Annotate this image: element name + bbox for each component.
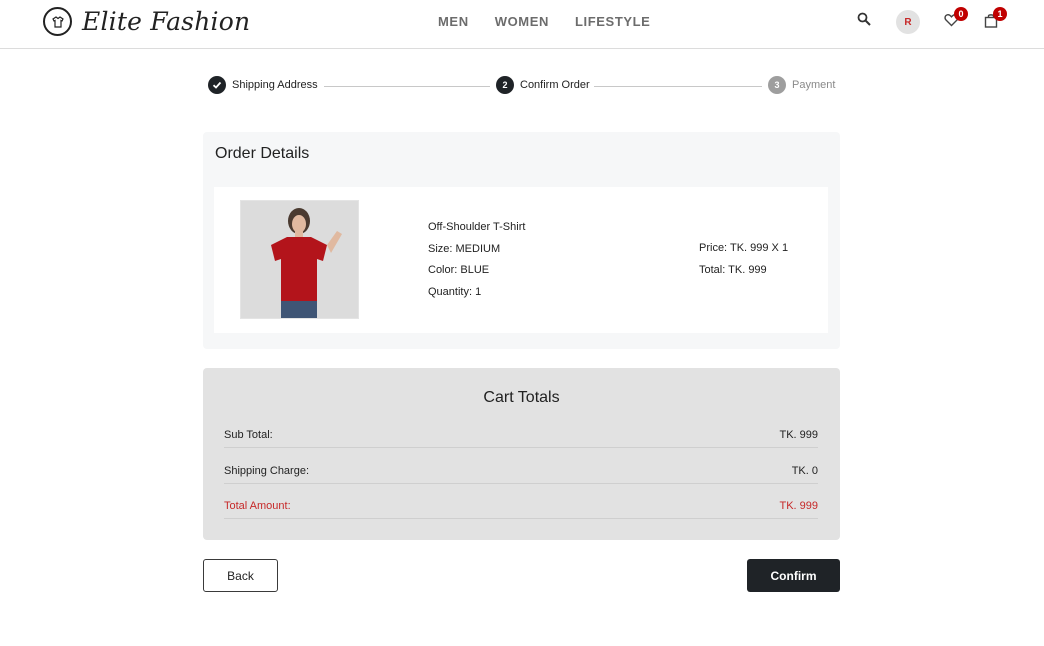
subtotal-label: Sub Total: [224,429,273,441]
step-label: Shipping Address [232,79,318,91]
step-number: 2 [496,76,514,94]
cart-totals-panel: Cart Totals Sub Total: TK. 999 Shipping … [203,368,840,540]
product-size: Size: MEDIUM [428,242,501,255]
shipping-value: TK. 0 [791,465,818,477]
order-details-title: Order Details [215,145,310,162]
order-item-card: Off-Shoulder T-Shirt Size: MEDIUM Color:… [214,187,828,333]
back-button[interactable]: Back [203,559,278,592]
brand-name: Elite Fashion [82,7,251,36]
step-label: Payment [792,79,836,91]
confirm-button[interactable]: Confirm [747,559,840,592]
divider [224,447,818,448]
total-amount-label: Total Amount: [224,500,291,512]
product-pricing: Price: TK. 999 X 1 Total: TK. 999 [699,238,788,281]
total-amount-value: TK. 999 [779,500,818,512]
step-number: 3 [768,76,786,94]
product-quantity: Quantity: 1 [428,285,482,298]
step-payment: 3 Payment [768,76,835,94]
shipping-row: Shipping Charge: TK. 0 [224,465,818,481]
step-confirm-order: 2 Confirm Order [496,76,590,94]
stepper-line-1 [324,86,490,87]
search-icon[interactable] [856,11,872,27]
main-nav: MEN WOMEN LIFESTYLE [438,14,676,29]
product-image [240,200,359,319]
product-price: Price: TK. 999 X 1 [699,242,789,254]
user-avatar[interactable]: R [896,10,920,34]
step-label: Confirm Order [520,79,590,91]
brand-logo[interactable]: Elite Fashion [43,7,250,36]
stepper-line-2 [594,86,762,87]
top-navbar: Elite Fashion MEN WOMEN LIFESTYLE R 0 1 [0,0,1044,49]
step-shipping-address: Shipping Address [208,76,318,94]
shipping-label: Shipping Charge: [224,465,310,477]
product-color: Color: BLUE [428,264,490,276]
cart-count-badge: 1 [993,7,1007,21]
nav-men[interactable]: MEN [438,14,469,29]
nav-women[interactable]: WOMEN [495,14,549,29]
subtotal-value: TK. 999 [779,429,818,441]
logo-mark-icon [43,7,72,36]
check-icon [208,76,226,94]
total-amount-row: Total Amount: TK. 999 [224,500,818,516]
product-total: Total: TK. 999 [699,263,767,276]
product-name: Off-Shoulder T-Shirt [428,221,526,233]
order-details-panel: Order Details Off-Shoulder T-Shirt Size:… [203,132,840,349]
divider [224,518,818,519]
checkout-stepper: Shipping Address 2 Confirm Order 3 Payme… [208,76,836,98]
wishlist-count-badge: 0 [954,7,968,21]
nav-lifestyle[interactable]: LIFESTYLE [575,14,650,29]
divider [224,483,818,484]
subtotal-row: Sub Total: TK. 999 [224,429,818,445]
product-info: Off-Shoulder T-Shirt Size: MEDIUM Color:… [428,217,525,303]
cart-totals-title: Cart Totals [483,389,560,406]
